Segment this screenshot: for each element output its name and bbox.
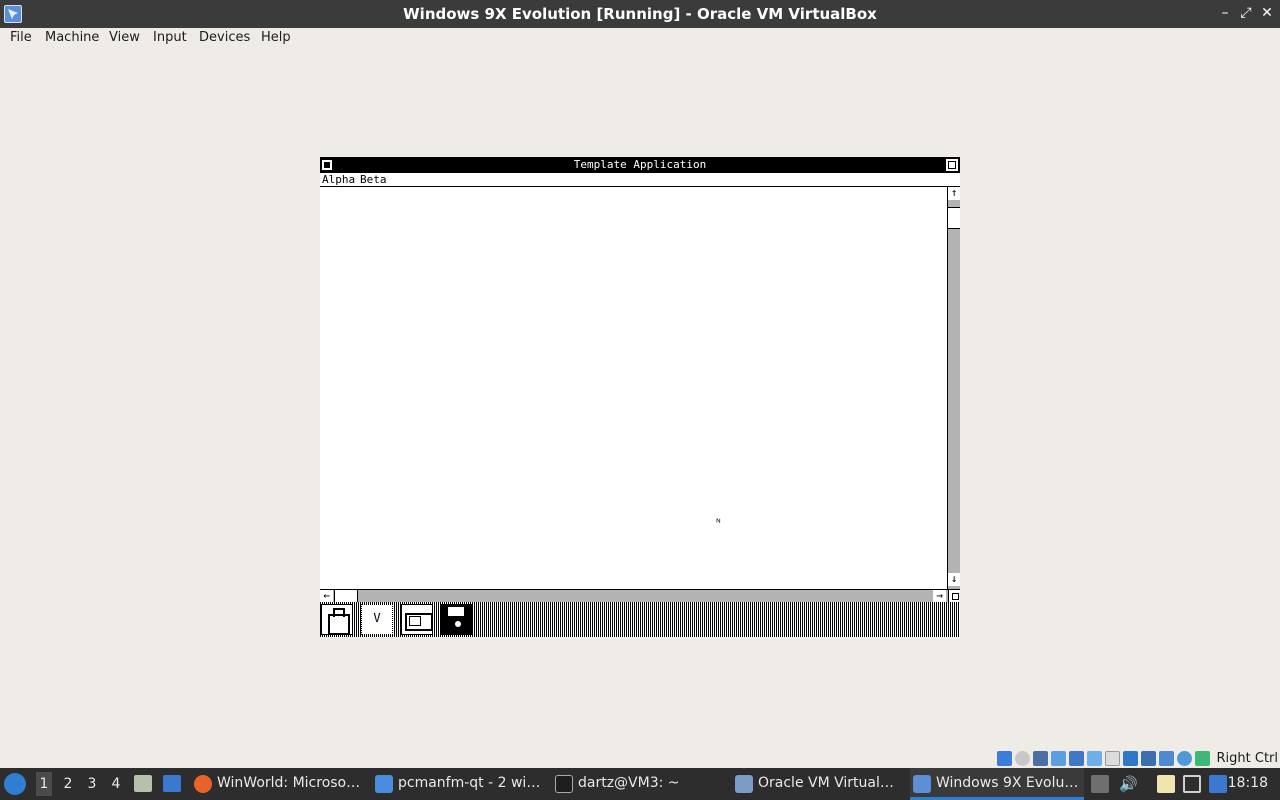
menu-machine[interactable]: Machine xyxy=(45,30,99,45)
cpu-icon[interactable] xyxy=(1158,750,1174,766)
guest-menubar: Alpha Beta xyxy=(320,173,960,187)
guest-screen[interactable]: Template Application Alpha Beta ↑ ↓ ← → … xyxy=(320,157,960,637)
scroll-down-arrow-icon[interactable]: ↓ xyxy=(948,573,960,586)
notification-icon[interactable] xyxy=(1209,775,1227,793)
guest-window-title: Template Application xyxy=(573,158,707,171)
guest-vertical-scrollbar[interactable]: ↑ ↓ xyxy=(947,187,960,589)
file-manager-launcher-icon[interactable] xyxy=(134,775,152,792)
host-key-label: Right Ctrl xyxy=(1216,750,1279,766)
hard-disk-icon[interactable] xyxy=(996,750,1012,766)
mouse-pointer-icon: ᴺ xyxy=(716,518,721,529)
guest-menu-alpha[interactable]: Alpha xyxy=(322,173,355,186)
guest-horizontal-scrollbar[interactable]: ← → xyxy=(320,589,960,602)
show-desktop-icon[interactable] xyxy=(163,775,181,792)
minimize-button[interactable]: – xyxy=(1216,4,1234,22)
guest-content-area[interactable] xyxy=(320,187,947,589)
task-virtualbox-manager[interactable]: Oracle VM Virtual… xyxy=(735,768,905,800)
vm-window-icon xyxy=(913,775,931,793)
task-terminal[interactable]: dartz@VM3: ~ xyxy=(555,768,725,800)
floppy-disk-icon[interactable] xyxy=(441,604,473,635)
menu-file[interactable]: File xyxy=(10,30,32,45)
firefox-icon xyxy=(194,775,212,793)
start-menu-icon[interactable] xyxy=(4,773,26,795)
maximize-button[interactable]: ⤢ xyxy=(1237,4,1255,22)
menu-view[interactable]: View xyxy=(109,30,140,45)
task-winworld[interactable]: WinWorld: Microso… xyxy=(194,768,364,800)
vm-statusbar: Right Ctrl xyxy=(996,748,1280,768)
task-label: Windows 9X Evolu… xyxy=(936,775,1079,791)
menu-devices[interactable]: Devices xyxy=(199,30,250,45)
terminal-icon xyxy=(555,775,573,793)
workspace-1[interactable]: 1 xyxy=(36,772,52,796)
screenshot-icon[interactable] xyxy=(1183,775,1201,793)
floppy-icon[interactable] xyxy=(1032,750,1048,766)
audio-icon[interactable] xyxy=(1050,750,1066,766)
mouse-integration-icon[interactable] xyxy=(1176,750,1192,766)
folder-icon xyxy=(375,775,393,793)
guest-window-titlebar: Template Application xyxy=(320,157,960,173)
menu-help[interactable]: Help xyxy=(261,30,291,45)
workspace-4[interactable]: 4 xyxy=(108,776,124,792)
scroll-right-arrow-icon[interactable]: → xyxy=(933,590,946,602)
task-label: Oracle VM Virtual… xyxy=(758,775,894,791)
task-label: WinWorld: Microso… xyxy=(217,775,361,791)
guest-menu-beta[interactable]: Beta xyxy=(360,173,387,186)
usb-icon[interactable] xyxy=(1086,750,1102,766)
clock-icon[interactable]: V xyxy=(361,604,393,635)
guest-dock: V xyxy=(320,602,960,637)
vertical-scroll-thumb[interactable] xyxy=(948,207,960,229)
clock[interactable]: 18:18 xyxy=(1228,775,1268,791)
task-pcmanfm[interactable]: pcmanfm-qt - 2 wi… xyxy=(375,768,545,800)
menu-input[interactable]: Input xyxy=(153,30,187,45)
shopping-bag-icon[interactable] xyxy=(321,604,353,635)
display-icon[interactable] xyxy=(1122,750,1138,766)
task-label: dartz@VM3: ~ xyxy=(578,775,680,791)
window-title: Windows 9X Evolution [Running] - Oracle … xyxy=(403,5,877,23)
notes-icon[interactable] xyxy=(1157,775,1175,793)
network-icon[interactable] xyxy=(1068,750,1084,766)
horizontal-scroll-thumb[interactable] xyxy=(334,590,358,602)
volume-icon[interactable]: 🔊 xyxy=(1119,775,1138,793)
scroll-up-arrow-icon[interactable]: ↑ xyxy=(948,187,960,200)
task-label: pcmanfm-qt - 2 wi… xyxy=(398,775,541,791)
resize-box-icon[interactable] xyxy=(948,590,960,602)
keyboard-icon[interactable] xyxy=(1194,750,1210,766)
window-titlebar: Windows 9X Evolution [Running] - Oracle … xyxy=(0,0,1280,28)
menubar: File Machine View Input Devices Help xyxy=(0,28,1280,48)
workspace-2[interactable]: 2 xyxy=(60,776,76,792)
clipboard-icon[interactable] xyxy=(1091,775,1109,793)
task-vm-window[interactable]: Windows 9X Evolu… xyxy=(910,768,1084,800)
scroll-left-arrow-icon[interactable]: ← xyxy=(320,590,333,602)
recording-icon[interactable] xyxy=(1140,750,1156,766)
file-cabinet-icon[interactable] xyxy=(401,604,433,635)
taskbar: 1 2 3 4 WinWorld: Microso… pcmanfm-qt - … xyxy=(0,768,1280,800)
virtualbox-icon xyxy=(735,775,753,793)
optical-drive-icon[interactable] xyxy=(1014,750,1030,766)
workspace-3[interactable]: 3 xyxy=(84,776,100,792)
shared-folders-icon[interactable] xyxy=(1104,750,1120,766)
close-button[interactable]: ✕ xyxy=(1258,4,1276,22)
guest-zoom-box[interactable] xyxy=(946,159,958,171)
